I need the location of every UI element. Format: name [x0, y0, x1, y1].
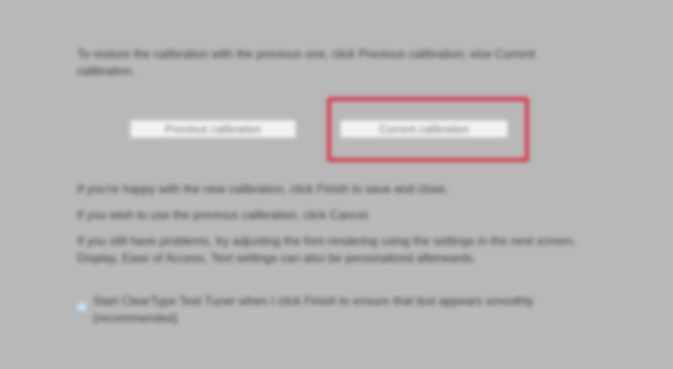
cleartype-tuner-checkbox[interactable]	[77, 302, 87, 312]
intro-text-line2: calibration.	[77, 64, 136, 78]
note-finish: If you're happy with the new calibration…	[77, 182, 449, 196]
note-problems-line1: If you still have problems, try adjustin…	[77, 234, 576, 248]
calibration-dialog: To restore the calibration with the prev…	[0, 0, 673, 369]
note-problems-line2: Display, Ease of Access, Text settings c…	[77, 251, 477, 265]
checkbox-label-line2: (recommended)	[93, 311, 178, 325]
note-cancel: If you wish to use the previous calibrat…	[77, 208, 371, 222]
current-calibration-button[interactable]: Current calibration	[340, 120, 508, 138]
previous-calibration-button[interactable]: Previous calibration	[130, 120, 296, 138]
checkbox-label-line1: Start ClearType Text Tuner when I click …	[93, 294, 534, 308]
intro-text-line1: To restore the calibration with the prev…	[77, 47, 536, 61]
